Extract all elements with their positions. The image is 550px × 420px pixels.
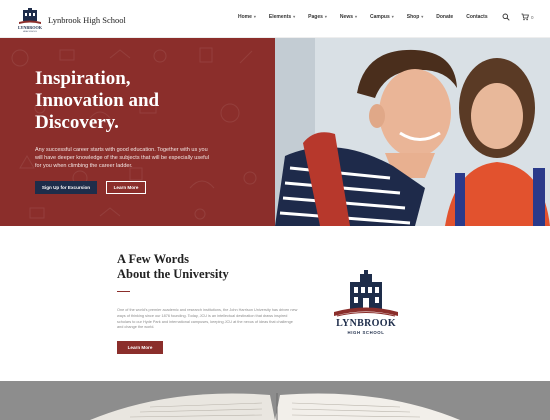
hero-title-line: Inspiration,	[35, 68, 131, 89]
main-nav: Home ▾ Elements ▾ Pages ▾ News ▾ Campus ▾ Sho…	[238, 14, 501, 20]
nav-item-contacts[interactable]: Contacts	[466, 14, 487, 20]
cart-button[interactable]: 0	[521, 13, 535, 21]
emblem-subtitle: HIGH SCHOOL	[347, 330, 385, 335]
hero-description: Any successful career starts with good e…	[35, 147, 209, 169]
hero-students-photo	[275, 38, 550, 226]
school-building-logo: LYNBROOK HIGH SCHOOL	[18, 8, 43, 32]
site-name[interactable]: Lynbrook High School	[48, 15, 126, 25]
about-title-line: About the University	[117, 267, 229, 281]
cart-icon	[521, 13, 529, 21]
nav-label: Pages	[308, 14, 323, 20]
chevron-down-icon: ▾	[293, 14, 296, 19]
open-book-photo	[0, 381, 550, 420]
search-icon[interactable]	[502, 13, 510, 21]
nav-label: Shop	[406, 14, 420, 20]
chevron-down-icon: ▾	[354, 14, 357, 19]
hero-title-line: Innovation and	[35, 90, 160, 111]
site-logo[interactable]: LYNBROOK HIGH SCHOOL Lynbrook High Schoo…	[17, 8, 126, 32]
open-book-image	[0, 381, 550, 420]
about-title: A Few Words About the University	[117, 252, 229, 282]
nav-label: Campus	[370, 14, 390, 20]
nav-label: Elements	[268, 14, 292, 20]
nav-label: Donate	[436, 14, 454, 20]
hero-panel: Inspiration, Innovation and Discovery. A…	[0, 38, 275, 226]
hero-learn-more-button[interactable]: Learn More	[106, 181, 146, 194]
hero-section: Inspiration, Innovation and Discovery. A…	[0, 38, 550, 226]
hero-title: Inspiration, Innovation and Discovery.	[35, 68, 265, 134]
nav-label: News	[339, 14, 353, 20]
nav-item-news[interactable]: News ▾	[340, 14, 357, 20]
hero-title-line: Discovery.	[35, 112, 119, 133]
about-description: One of the world's premier academic and …	[117, 308, 298, 330]
nav-item-home[interactable]: Home ▾	[238, 14, 256, 20]
title-divider	[117, 291, 130, 292]
about-learn-more-button[interactable]: Learn More	[117, 341, 163, 354]
students-image	[275, 38, 550, 226]
nav-item-campus[interactable]: Campus ▾	[370, 14, 394, 20]
nav-item-shop[interactable]: Shop ▾	[407, 14, 424, 20]
chevron-down-icon: ▾	[391, 14, 394, 19]
nav-item-pages[interactable]: Pages ▾	[308, 14, 327, 20]
svg-text:HIGH SCHOOL: HIGH SCHOOL	[23, 31, 38, 32]
nav-label: Contacts	[466, 14, 488, 20]
chevron-down-icon: ▾	[253, 14, 256, 19]
nav-label: Home	[238, 14, 252, 20]
cart-count: 0	[531, 14, 534, 20]
svg-text:LYNBROOK: LYNBROOK	[18, 25, 43, 30]
nav-item-donate[interactable]: Donate	[436, 14, 453, 20]
chevron-down-icon: ▾	[324, 14, 327, 19]
sign-up-excursion-button[interactable]: Sign Up for Excursion	[35, 181, 97, 194]
nav-item-elements[interactable]: Elements ▾	[269, 14, 295, 20]
about-title-line: A Few Words	[117, 252, 189, 266]
site-header: LYNBROOK HIGH SCHOOL Lynbrook High Schoo…	[0, 0, 550, 38]
chevron-down-icon: ▾	[421, 14, 424, 19]
emblem-name: LYNBROOK	[336, 318, 396, 329]
